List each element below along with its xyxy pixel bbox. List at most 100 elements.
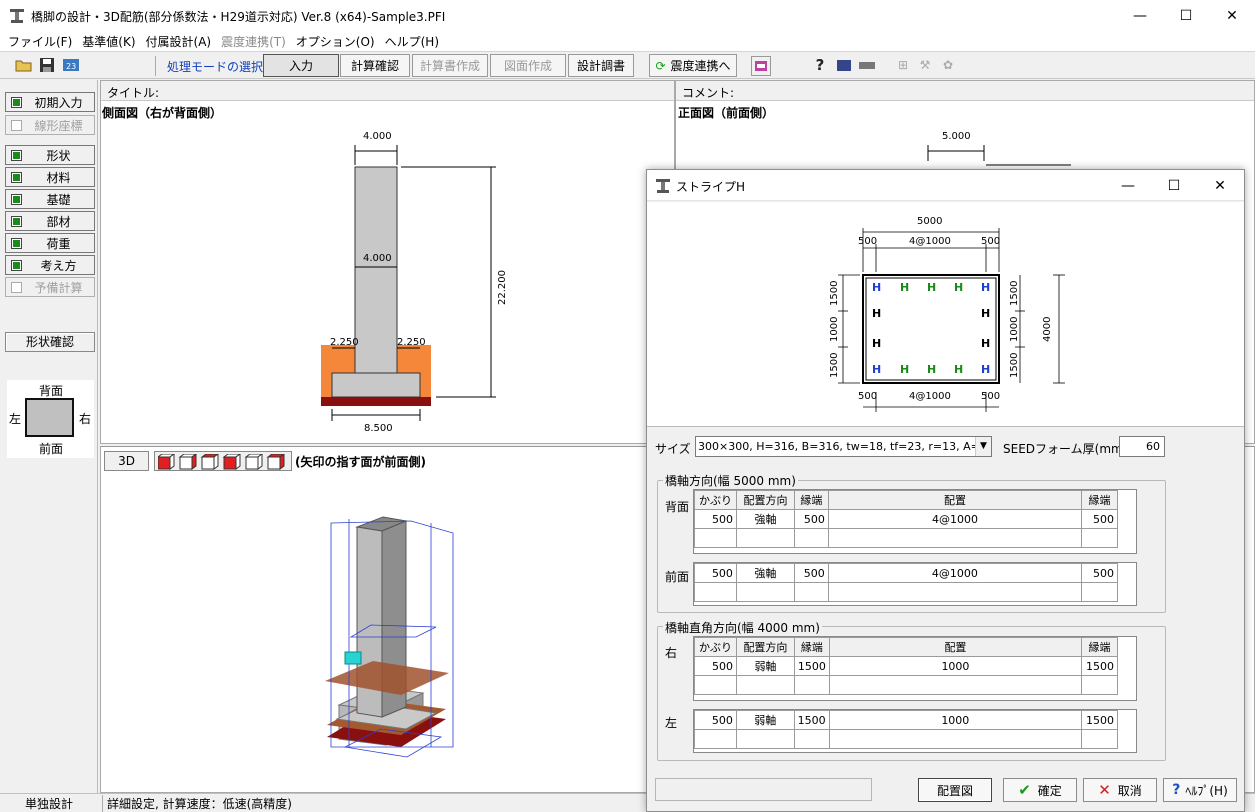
confirm-button[interactable]: ✔ 確定 bbox=[1003, 778, 1077, 802]
dia-right-mid: 1000 bbox=[1009, 317, 1020, 342]
cell-layout[interactable]: 4@1000 bbox=[827, 509, 1083, 529]
seismic-link-label: 震度連携へ bbox=[670, 59, 731, 73]
orient-left-label: 左 bbox=[9, 412, 22, 426]
svg-text:H: H bbox=[900, 281, 909, 294]
dialog-close-button[interactable]: ✕ bbox=[1197, 170, 1243, 201]
sidebar-item-preliminary[interactable]: 予備計算 bbox=[5, 277, 95, 297]
cell-edge-start[interactable]: 1500 bbox=[793, 656, 830, 676]
cell-edge-start[interactable]: 1500 bbox=[793, 710, 830, 730]
cell-layout[interactable]: 1000 bbox=[828, 656, 1082, 676]
tool-c-icon[interactable]: ✿ bbox=[938, 55, 958, 75]
sidebar-item-linear-coords[interactable]: 線形座標 bbox=[5, 115, 95, 135]
check-icon bbox=[11, 193, 22, 205]
help-label: ﾍﾙﾌﾟ(H) bbox=[1185, 783, 1228, 798]
drawing-button[interactable]: 図面作成 bbox=[490, 54, 566, 77]
cell-cover[interactable]: 500 bbox=[694, 563, 737, 583]
manual-icon[interactable] bbox=[834, 55, 854, 75]
cell-cover[interactable]: 500 bbox=[694, 656, 737, 676]
mode-select-label: 処理モードの選択 bbox=[167, 60, 264, 74]
input-mode-button[interactable]: 入力 bbox=[263, 54, 339, 77]
open-folder-icon[interactable] bbox=[14, 55, 34, 75]
cell-edge-start[interactable]: 500 bbox=[793, 563, 829, 583]
cell-direction[interactable]: 強軸 bbox=[735, 563, 795, 583]
table-row[interactable]: 500 弱軸 1500 1000 1500 bbox=[694, 656, 1119, 676]
dia-top-pitch: 4@1000 bbox=[909, 236, 951, 247]
status-detail: 詳細設定, 計算速度：低速(高精度) bbox=[102, 795, 642, 812]
seed-thickness-input[interactable]: 60 bbox=[1119, 436, 1165, 457]
menu-file[interactable]: ファイル(F) bbox=[6, 33, 80, 50]
report-button[interactable]: 計算書作成 bbox=[412, 54, 488, 77]
cell-layout[interactable]: 4@1000 bbox=[827, 563, 1083, 583]
design-report-button[interactable]: 設計調書 bbox=[568, 54, 634, 77]
refresh-icon: ⟳ bbox=[655, 58, 666, 73]
cancel-button[interactable]: ✕ 取消 bbox=[1083, 778, 1157, 802]
table-row[interactable] bbox=[694, 675, 1119, 695]
table-row[interactable] bbox=[694, 528, 1118, 548]
table-row[interactable]: 500 強軸 500 4@1000 500 bbox=[694, 509, 1118, 529]
grid-header: 縁端 bbox=[1080, 637, 1119, 657]
layout-diagram-button[interactable]: 配置図 bbox=[918, 778, 992, 802]
sidebar-item-load[interactable]: 荷重 bbox=[5, 233, 95, 253]
help-button[interactable]: ? ﾍﾙﾌﾟ(H) bbox=[1163, 778, 1237, 802]
cell-edge-start[interactable]: 500 bbox=[793, 509, 829, 529]
dia-top-left-edge: 500 bbox=[858, 236, 877, 247]
minimize-button[interactable]: — bbox=[1117, 0, 1163, 32]
cell-cover[interactable]: 500 bbox=[694, 509, 737, 529]
sidebar-item-member[interactable]: 部材 bbox=[5, 211, 95, 231]
menu-options[interactable]: オプション(O) bbox=[294, 33, 383, 50]
svg-text:H: H bbox=[900, 363, 909, 376]
table-row[interactable] bbox=[694, 729, 1119, 749]
cell-edge-end[interactable]: 1500 bbox=[1080, 710, 1119, 730]
cell-edge-end[interactable]: 500 bbox=[1081, 563, 1118, 583]
cell-direction[interactable]: 弱軸 bbox=[735, 710, 795, 730]
back-side-label: 背面 bbox=[665, 500, 690, 514]
svg-text:H: H bbox=[981, 281, 990, 294]
sidebar-item-approach[interactable]: 考え方 bbox=[5, 255, 95, 275]
tool-b-icon[interactable]: ⚒ bbox=[915, 55, 935, 75]
svg-text:H: H bbox=[927, 281, 936, 294]
orient-right-label: 右 bbox=[79, 412, 92, 426]
left-side-label: 左 bbox=[665, 716, 678, 730]
cell-cover[interactable]: 500 bbox=[694, 710, 737, 730]
seismic-link-button[interactable]: ⟳ 震度連携へ bbox=[649, 54, 737, 77]
dia-left-bot: 1500 bbox=[829, 353, 840, 378]
menu-help[interactable]: ヘルプ(H) bbox=[383, 33, 447, 50]
table-row[interactable]: 500 強軸 500 4@1000 500 bbox=[694, 563, 1118, 583]
chevron-down-icon[interactable]: ▼ bbox=[975, 437, 991, 456]
sidebar-item-initial-input[interactable]: 初期入力 bbox=[5, 92, 95, 112]
menu-standard[interactable]: 基準値(K) bbox=[80, 33, 143, 50]
dim-right-offset: 2.250 bbox=[397, 337, 426, 348]
pier-3d-model[interactable] bbox=[101, 447, 646, 792]
cancel-label: 取消 bbox=[1117, 783, 1142, 798]
dim-height: 22.200 bbox=[497, 270, 508, 305]
tool-a-icon[interactable]: ⊞ bbox=[893, 55, 913, 75]
size-select[interactable]: 300×300, H=316, B=316, tw=18, tf=23, r=1… bbox=[695, 436, 992, 457]
pier-view-icon[interactable] bbox=[751, 56, 771, 76]
export-icon[interactable]: 23 bbox=[61, 55, 81, 75]
sidebar-item-foundation[interactable]: 基礎 bbox=[5, 189, 95, 209]
save-icon[interactable] bbox=[37, 55, 57, 75]
dialog-maximize-button[interactable]: ☐ bbox=[1151, 170, 1197, 201]
orient-front-label: 前面 bbox=[39, 442, 64, 456]
dim-front-top: 5.000 bbox=[942, 131, 971, 142]
cell-edge-end[interactable]: 500 bbox=[1081, 509, 1118, 529]
info-icon[interactable] bbox=[857, 55, 877, 75]
sidebar-item-shape[interactable]: 形状 bbox=[5, 145, 95, 165]
cell-direction[interactable]: 弱軸 bbox=[735, 656, 795, 676]
calc-check-button[interactable]: 計算確認 bbox=[340, 54, 410, 77]
cell-layout[interactable]: 1000 bbox=[828, 710, 1082, 730]
cell-edge-end[interactable]: 1500 bbox=[1080, 656, 1119, 676]
help-icon[interactable]: ? bbox=[810, 55, 830, 75]
maximize-button[interactable]: ☐ bbox=[1163, 0, 1209, 32]
table-row[interactable] bbox=[694, 582, 1118, 602]
menu-seismic-link[interactable]: 震度連携(T) bbox=[219, 33, 294, 50]
check-icon: ✔ bbox=[1018, 781, 1031, 799]
dialog-minimize-button[interactable]: — bbox=[1105, 170, 1151, 201]
cell-direction[interactable]: 強軸 bbox=[735, 509, 795, 529]
shape-check-button[interactable]: 形状確認 bbox=[5, 332, 95, 352]
sidebar-item-material[interactable]: 材料 bbox=[5, 167, 95, 187]
table-row[interactable]: 500 弱軸 1500 1000 1500 bbox=[694, 710, 1119, 730]
close-button[interactable]: ✕ bbox=[1209, 0, 1255, 32]
svg-text:H: H bbox=[872, 281, 881, 294]
menu-attached-design[interactable]: 付属設計(A) bbox=[144, 33, 220, 50]
